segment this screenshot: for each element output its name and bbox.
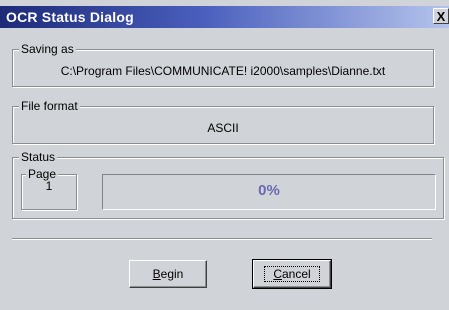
divider bbox=[12, 238, 432, 240]
cancel-button[interactable]: Cancel bbox=[252, 259, 332, 289]
file-format-label: File format bbox=[19, 99, 80, 113]
saving-as-path: C:\Program Files\COMMUNICATE! i2000\samp… bbox=[60, 64, 386, 78]
begin-button-label: Begin bbox=[153, 267, 184, 281]
begin-mnemonic: B bbox=[152, 267, 161, 281]
cancel-mnemonic: C bbox=[273, 267, 282, 281]
saving-as-group: Saving as C:\Program Files\COMMUNICATE! … bbox=[12, 42, 434, 87]
cancel-button-label: Cancel bbox=[264, 266, 320, 282]
close-button[interactable]: X bbox=[433, 8, 449, 24]
status-label: Status bbox=[19, 150, 58, 164]
page-box: Page 1 bbox=[21, 167, 77, 210]
progress-bar: 0% bbox=[102, 174, 436, 210]
ocr-status-dialog: OCR Status Dialog X Saving as C:\Program… bbox=[0, 0, 449, 310]
status-group: Status Page 1 0% bbox=[12, 150, 444, 219]
title-bar[interactable]: OCR Status Dialog X bbox=[0, 6, 449, 28]
page-number: 1 bbox=[45, 179, 53, 193]
saving-as-label: Saving as bbox=[19, 42, 76, 56]
window-title: OCR Status Dialog bbox=[6, 9, 134, 25]
file-format-value: ASCII bbox=[207, 121, 239, 135]
begin-button[interactable]: Begin bbox=[129, 260, 207, 288]
file-format-group: File format ASCII bbox=[12, 99, 434, 144]
progress-percent: 0% bbox=[258, 182, 280, 199]
begin-rest: egin bbox=[160, 267, 184, 281]
cancel-rest: ancel bbox=[281, 267, 311, 281]
close-icon: X bbox=[436, 9, 446, 24]
